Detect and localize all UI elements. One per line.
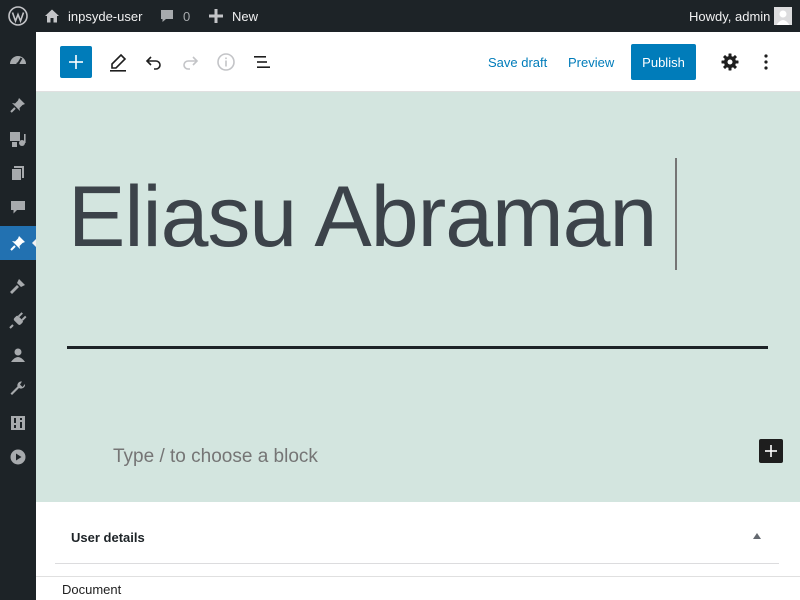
play-icon[interactable] [0,440,36,474]
list-view-icon [254,56,270,68]
admin-bar: inpsyde-user 0 New Howdy, admin [0,0,800,32]
tools-icon[interactable] [0,372,36,406]
separator-block[interactable] [67,346,768,349]
list-view-button[interactable] [250,50,274,74]
options-button[interactable] [754,50,778,74]
settings-icon[interactable] [0,406,36,440]
posts-menu-item[interactable] [0,226,37,260]
save-draft-button[interactable]: Save draft [480,48,555,76]
comments-icon[interactable] [0,190,36,224]
block-inserter-button[interactable] [60,46,92,78]
details-button[interactable] [214,50,238,74]
text-caret [675,158,677,270]
plus-icon [765,445,777,457]
comment-count[interactable]: 0 [183,0,190,32]
gear-icon [721,53,739,71]
collapse-arrow-icon[interactable] [753,533,761,539]
post-title-input[interactable]: Eliasu Abraman [68,162,657,272]
media-icon[interactable] [0,122,36,156]
admin-menu [0,32,37,600]
account-greeting[interactable]: Howdy, admin [689,0,770,32]
undo-icon [145,56,161,70]
plus-icon[interactable] [209,0,223,32]
metabox-title[interactable]: User details [71,530,145,545]
publish-button[interactable]: Publish [631,44,696,80]
redo-button[interactable] [178,50,202,74]
avatar[interactable] [774,7,792,25]
edit-tool-button[interactable] [106,50,130,74]
more-vertical-icon [764,54,768,70]
block-appender-placeholder[interactable]: Type / to choose a block [113,446,318,468]
user-details-metabox[interactable]: User details [55,502,779,564]
pages-icon[interactable] [0,156,36,190]
editor-canvas: Eliasu Abraman Type / to choose a block [36,92,800,502]
plus-icon [69,55,83,69]
dashboard-icon[interactable] [0,44,36,78]
appearance-icon[interactable] [0,269,36,303]
breadcrumb[interactable]: Document [62,582,121,597]
wordpress-logo-icon[interactable] [8,0,28,32]
pin-icon[interactable] [0,88,36,122]
settings-button[interactable] [718,50,742,74]
info-icon [217,53,235,71]
editor-footer: Document [36,576,800,600]
users-icon[interactable] [0,338,36,372]
add-block-button[interactable] [759,439,783,463]
metabox-area: User details [36,502,800,576]
plugins-icon[interactable] [0,303,36,337]
redo-icon [183,56,199,70]
comment-bubble-icon[interactable] [159,0,175,32]
site-name-link[interactable]: inpsyde-user [68,0,142,32]
home-icon[interactable] [44,0,60,32]
preview-button[interactable]: Preview [560,48,622,76]
editor-header: Save draft Preview Publish [36,32,800,92]
pin-icon [10,236,25,251]
pencil-icon [110,53,127,72]
new-content-link[interactable]: New [232,0,258,32]
undo-button[interactable] [142,50,166,74]
